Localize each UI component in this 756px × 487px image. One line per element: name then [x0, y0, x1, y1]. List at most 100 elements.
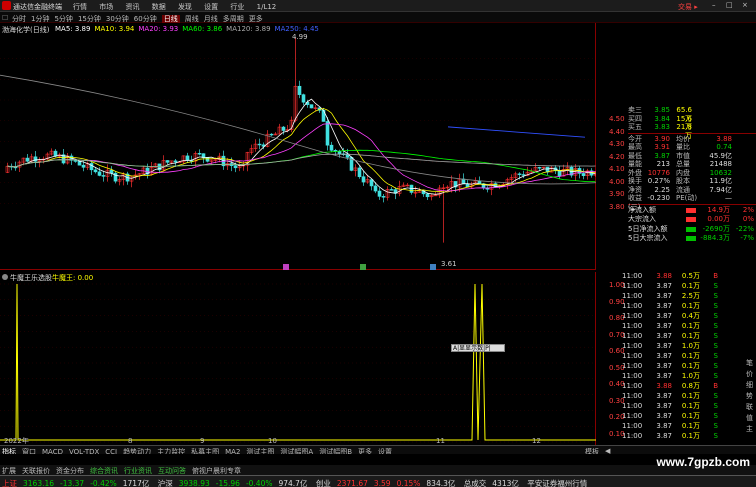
x-axis-label: 2022年: [4, 436, 29, 445]
stat-label: 换手: [628, 177, 642, 185]
x-axis-label: 10: [268, 437, 277, 445]
main-chart-panel[interactable]: 渤海化学(日线) MA5: 3.89 MA10: 3.94 MA20: 3.93 MA…: [0, 23, 596, 270]
tick-side: S: [713, 372, 718, 380]
tick-side: B: [713, 382, 718, 390]
menu-item-market[interactable]: 市场: [99, 3, 113, 11]
menu-item-data[interactable]: 数据: [152, 3, 166, 11]
candle: [293, 38, 298, 123]
menu-item-discover[interactable]: 发现: [178, 3, 192, 11]
event-marker-icon[interactable]: [430, 264, 436, 270]
menu-item-settings[interactable]: 设置: [204, 3, 218, 11]
tick-time: 11:00: [622, 312, 643, 320]
candle: [533, 163, 538, 173]
info-tab[interactable]: 行业资讯: [124, 467, 152, 475]
menu-item-quote[interactable]: 行情: [73, 3, 87, 11]
info-tab[interactable]: 综合资讯: [90, 467, 118, 475]
tick-time: 11:00: [622, 302, 643, 310]
candle: [109, 166, 114, 177]
total-turnover-label: 总成交: [463, 479, 487, 487]
tick-price: 3.87: [656, 322, 672, 330]
quote-table: 卖三 3.85 65.6万 买四 3.84 15.6万 买五 3.83 21.8万 今开 3.90 均…: [628, 106, 756, 244]
ma-line-250: [447, 126, 586, 138]
stat-label: 净资: [628, 185, 642, 194]
stat-label: 量比: [676, 143, 690, 151]
period-tab[interactable]: 15分钟: [78, 15, 101, 23]
event-marker-icon[interactable]: [360, 264, 366, 270]
tick-price: 3.87: [656, 422, 672, 430]
info-tab[interactable]: 俯视户晨利专章: [192, 467, 241, 475]
index-sh-pct: -0.42%: [90, 479, 117, 487]
tick-side-tabs: 笔价细势联值主: [746, 358, 756, 435]
tick-row: 11:00 3.87 0.1万 S: [622, 321, 756, 331]
stat-row: 最高 3.91 量比 0.74: [628, 143, 756, 152]
menu-item-news[interactable]: 资讯: [125, 3, 139, 11]
tick-side: S: [713, 332, 718, 340]
indicator-chart-panel[interactable]: 牛魔王乐选股 牛魔王: 0.00 2022年 8 9 10 11 12: [0, 272, 596, 445]
main-menu: 行情 市场 资讯 数据 发现 设置 行业 1/L12: [73, 2, 286, 12]
stat-value: 10776: [647, 168, 670, 177]
side-tab[interactable]: 联: [746, 402, 756, 413]
tick-side: S: [713, 432, 718, 440]
side-tab[interactable]: 主: [746, 424, 756, 435]
candle: [141, 166, 146, 175]
info-tab[interactable]: 互动问答: [158, 467, 186, 475]
index-cy-label[interactable]: 创业: [316, 479, 331, 487]
stat-label: 外盘: [628, 168, 642, 177]
candle: [69, 153, 74, 166]
period-tab[interactable]: 日线: [161, 15, 180, 23]
info-tab[interactable]: 扩展: [2, 467, 16, 475]
candle: [49, 148, 54, 156]
side-tab[interactable]: 细: [746, 380, 756, 391]
trade-button[interactable]: 交易 ▸: [678, 2, 698, 12]
price-axis-tick: 3.80: [609, 202, 625, 211]
period-tab[interactable]: 5分钟: [54, 15, 72, 23]
index-hs-label[interactable]: 沪深: [158, 479, 173, 487]
tick-table: 11:00 3.88 0.5万 B 11:00 3.87 0.1万 S 11:00 3.87 2.5…: [622, 271, 756, 441]
candle: [33, 150, 38, 168]
stat-label: PE(动): [676, 194, 698, 202]
tick-row: 11:00 3.87 0.1万 S: [622, 401, 756, 411]
event-marker-icon[interactable]: [283, 264, 289, 270]
period-tab[interactable]: 周线: [185, 15, 199, 23]
menu-item-page[interactable]: 1/L12: [257, 3, 277, 11]
info-tab[interactable]: 资金分布: [56, 467, 84, 475]
index-hs-pct: -0.40%: [245, 479, 273, 487]
candle: [249, 144, 254, 155]
period-tab[interactable]: 月线: [204, 15, 218, 23]
close-button[interactable]: ×: [742, 1, 748, 9]
collapse-icon[interactable]: ◀: [605, 447, 610, 455]
candlestick-chart[interactable]: [0, 23, 596, 270]
period-tab[interactable]: 多周期: [223, 15, 244, 23]
tick-volume: 0.4万: [681, 312, 700, 320]
maximize-button[interactable]: □: [726, 1, 733, 9]
candle: [277, 123, 282, 135]
side-tab[interactable]: 势: [746, 391, 756, 402]
tick-volume: 0.1万: [681, 362, 700, 370]
period-tab[interactable]: 更多: [249, 15, 263, 23]
minimize-button[interactable]: –: [712, 1, 716, 9]
ask-price: 3.84: [654, 114, 670, 123]
candle: [5, 162, 10, 174]
stat-row: 最低 3.87 市值 45.9亿: [628, 152, 756, 161]
x-axis-label: 9: [200, 437, 204, 445]
period-tab[interactable]: 60分钟: [134, 15, 157, 23]
ask-label: 买五: [628, 123, 642, 131]
candle: [273, 132, 278, 136]
x-axis-label: 8: [128, 437, 132, 445]
period-tab[interactable]: 分时: [12, 15, 26, 23]
tick-time: 11:00: [622, 402, 643, 410]
indicator-line-chart[interactable]: 2022年 8 9 10 11 12: [0, 272, 596, 445]
side-tab[interactable]: 笔: [746, 358, 756, 369]
checkbox-icon[interactable]: ☐: [2, 14, 8, 22]
period-tab[interactable]: 30分钟: [106, 15, 129, 23]
side-tab[interactable]: 值: [746, 413, 756, 424]
index-sh-label[interactable]: 上证: [2, 479, 17, 487]
market-status-bar: 上证 3163.16 -13.37 -0.42% 1717亿 沪深 3938.93 -15.…: [0, 475, 756, 487]
stat-label: 最高: [628, 143, 642, 151]
stat-value: 3.91: [654, 143, 670, 151]
period-tab[interactable]: 1分钟: [31, 15, 49, 23]
menu-item-industry[interactable]: 行业: [230, 3, 244, 11]
index-hs-change: -15.96: [215, 479, 240, 487]
info-tab[interactable]: 关联报价: [22, 467, 50, 475]
side-tab[interactable]: 价: [746, 369, 756, 380]
